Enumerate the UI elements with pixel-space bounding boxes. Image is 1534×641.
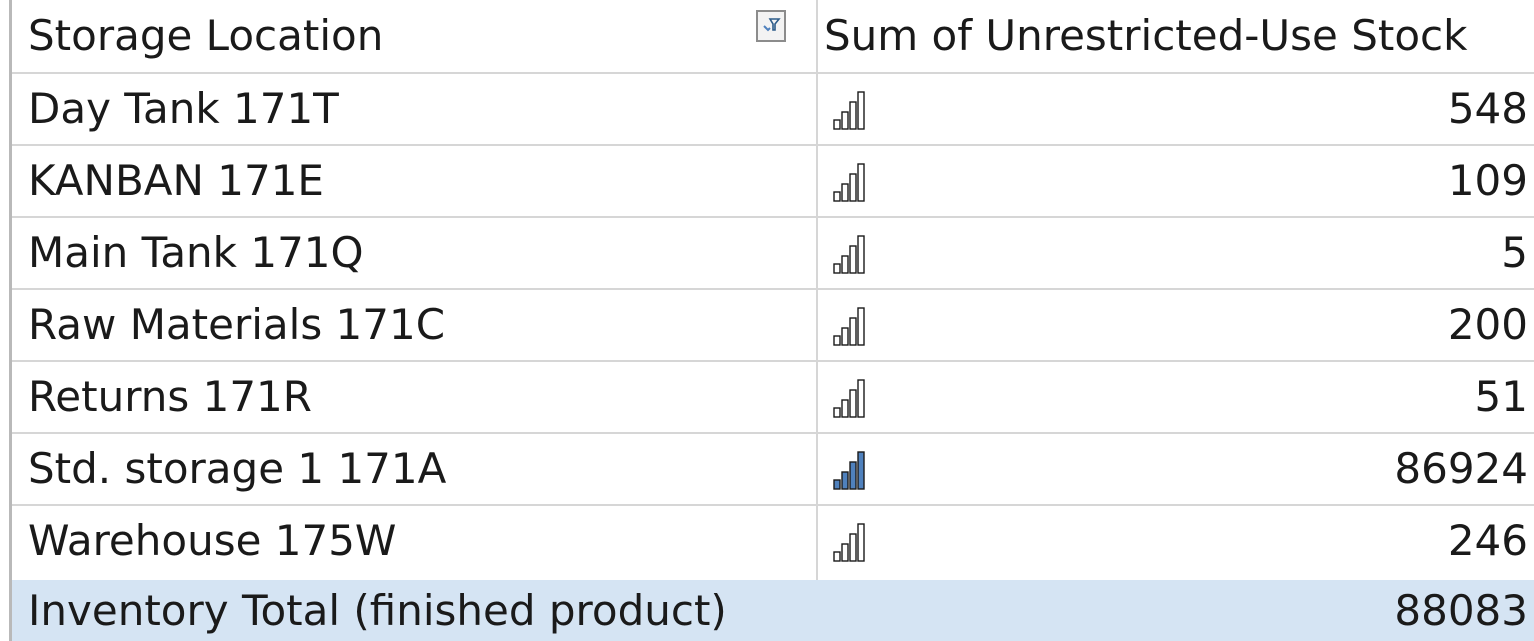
- signal-bar: [857, 379, 865, 418]
- signal-bar: [857, 307, 865, 346]
- pivot-data-row[interactable]: KANBAN 171E 109: [12, 144, 1534, 216]
- signal-bars-icon: [830, 90, 874, 130]
- row-label-header[interactable]: Storage Location: [28, 15, 383, 57]
- signal-bars-icon: [830, 306, 874, 346]
- pivot-data-row[interactable]: Main Tank 171Q 5: [12, 216, 1534, 288]
- signal-bar: [857, 91, 865, 130]
- storage-location-label: Warehouse 175W: [28, 516, 397, 565]
- signal-bar: [849, 245, 857, 274]
- signal-bar: [849, 101, 857, 130]
- signal-bar: [833, 335, 841, 346]
- signal-bar: [833, 407, 841, 418]
- signal-bar: [849, 389, 857, 418]
- stock-value: 200: [1447, 300, 1528, 349]
- storage-location-label: KANBAN 171E: [28, 156, 324, 205]
- signal-bar: [849, 173, 857, 202]
- storage-location-label: Main Tank 171Q: [28, 228, 364, 277]
- stock-value: 246: [1447, 516, 1528, 565]
- signal-bar: [857, 523, 865, 562]
- signal-bar: [841, 255, 849, 274]
- signal-bar: [841, 543, 849, 562]
- total-label: Inventory Total (finished product): [28, 585, 727, 635]
- pivot-table: Storage Location Sum of Unrestricted-Use…: [12, 0, 1534, 641]
- pivot-header-row: Storage Location Sum of Unrestricted-Use…: [12, 0, 1534, 72]
- pivot-data-row[interactable]: Returns 171R 51: [12, 360, 1534, 432]
- signal-bars-icon: [830, 378, 874, 418]
- signal-bar: [833, 479, 841, 490]
- signal-bar: [841, 327, 849, 346]
- spreadsheet-view: Storage Location Sum of Unrestricted-Use…: [0, 0, 1534, 641]
- signal-bar: [841, 111, 849, 130]
- filter-dropdown-icon[interactable]: [756, 10, 786, 42]
- signal-bar: [841, 471, 849, 490]
- storage-location-label: Returns 171R: [28, 372, 312, 421]
- signal-bar: [841, 183, 849, 202]
- value-field-header[interactable]: Sum of Unrestricted-Use Stock: [824, 15, 1467, 57]
- signal-bar: [833, 191, 841, 202]
- storage-location-label: Std. storage 1 171A: [28, 444, 447, 493]
- signal-bar: [841, 399, 849, 418]
- signal-bar: [833, 551, 841, 562]
- signal-bar: [857, 451, 865, 490]
- row-gutter: [0, 0, 12, 641]
- pivot-data-row[interactable]: Warehouse 175W 246: [12, 504, 1534, 576]
- signal-bar: [833, 119, 841, 130]
- pivot-data-row[interactable]: Std. storage 1 171A 86924: [12, 432, 1534, 504]
- signal-bar: [833, 263, 841, 274]
- pivot-data-row[interactable]: Day Tank 171T 548: [12, 72, 1534, 144]
- total-value: 88083: [1394, 585, 1528, 635]
- total-row[interactable]: Inventory Total (finished product) 88083: [12, 580, 1534, 641]
- stock-value: 109: [1447, 156, 1528, 205]
- signal-bars-icon: [830, 522, 874, 562]
- storage-location-label: Raw Materials 171C: [28, 300, 446, 349]
- storage-location-label: Day Tank 171T: [28, 84, 339, 133]
- signal-bars-icon: [830, 162, 874, 202]
- signal-bar: [857, 163, 865, 202]
- signal-bar: [849, 533, 857, 562]
- stock-value: 51: [1474, 372, 1528, 421]
- signal-bar: [849, 461, 857, 490]
- stock-value: 5: [1501, 228, 1528, 277]
- stock-value: 548: [1447, 84, 1528, 133]
- signal-bar: [849, 317, 857, 346]
- pivot-data-row[interactable]: Raw Materials 171C 200: [12, 288, 1534, 360]
- stock-value: 86924: [1394, 444, 1528, 493]
- signal-bars-icon: [830, 234, 874, 274]
- signal-bars-icon: [830, 450, 874, 490]
- signal-bar: [857, 235, 865, 274]
